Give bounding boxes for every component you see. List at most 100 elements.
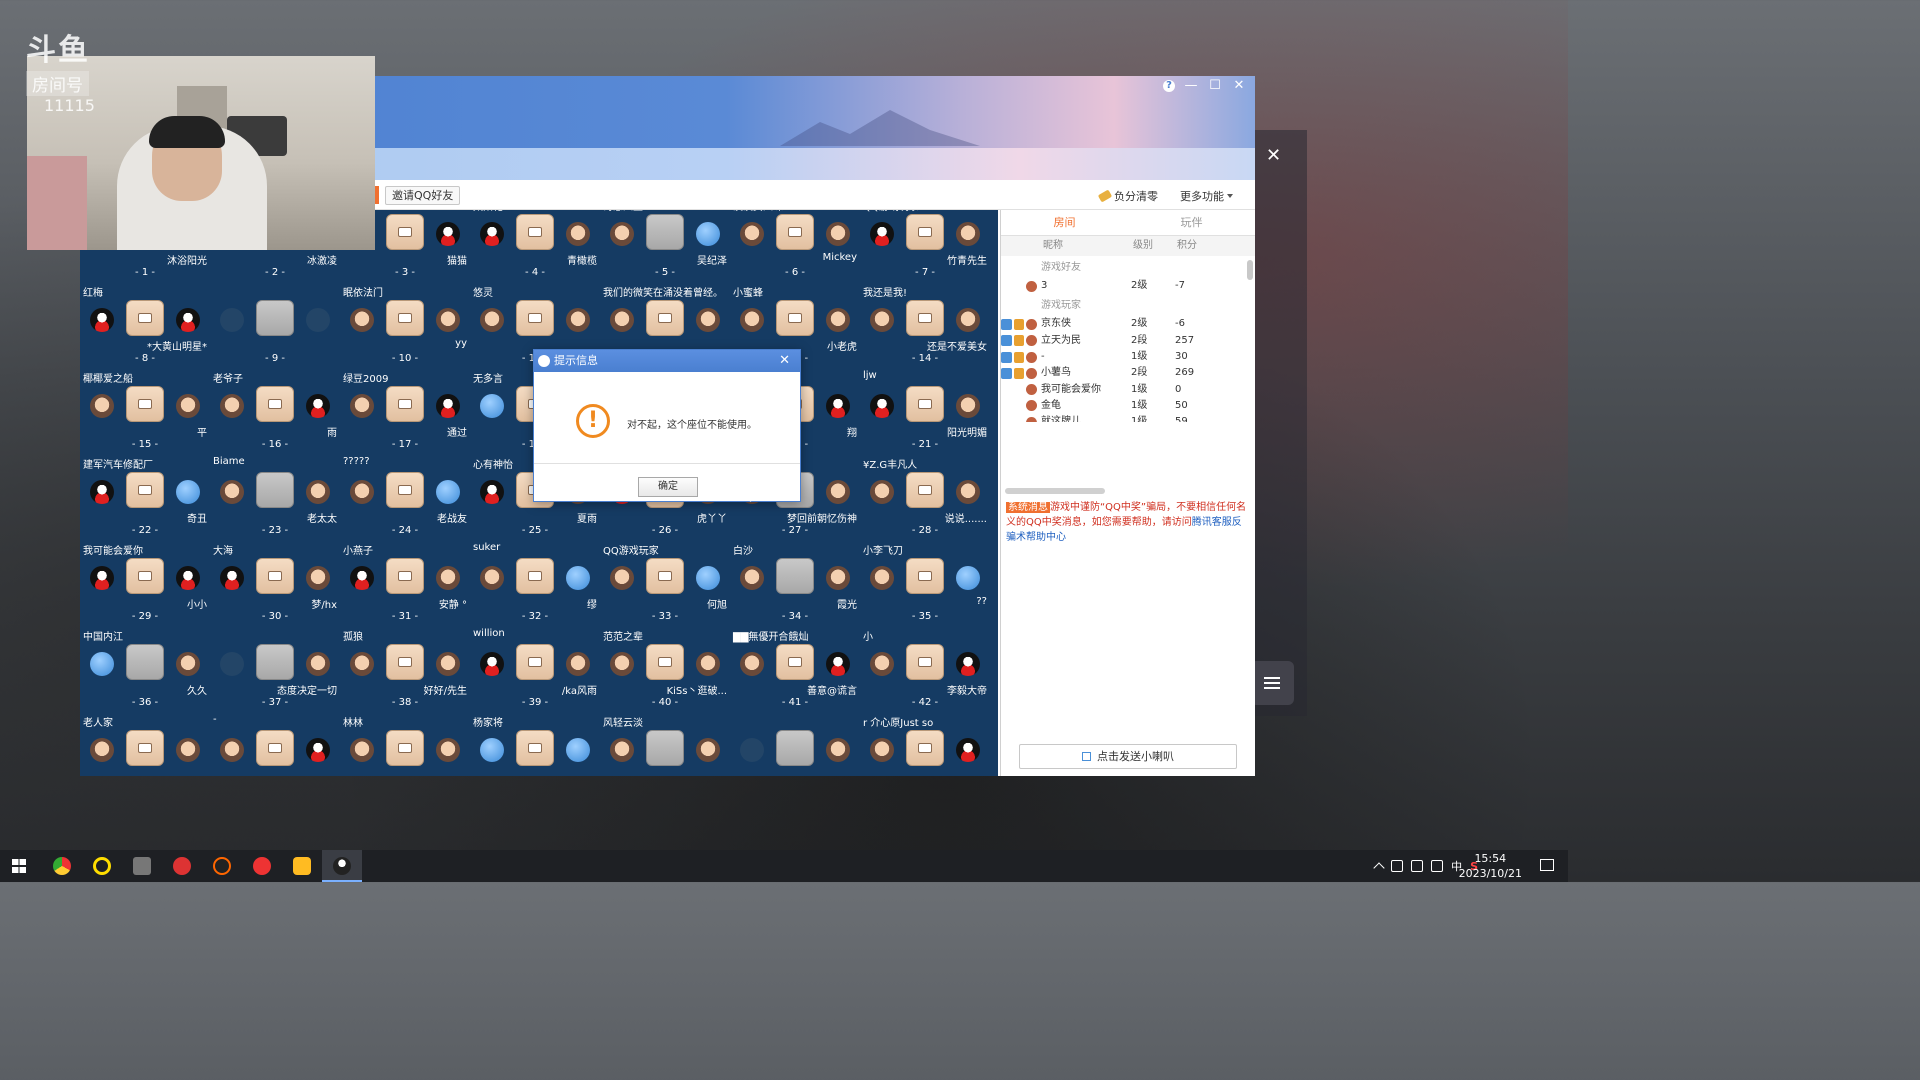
help-icon[interactable]: ? [1163, 80, 1175, 92]
col-name[interactable]: 昵称 [1043, 236, 1133, 256]
table-surface[interactable] [776, 300, 814, 336]
group-players[interactable]: 游戏玩家 [1001, 294, 1255, 316]
player-list-scrollbar[interactable] [1247, 260, 1253, 280]
penguin-avatar-icon[interactable] [436, 222, 460, 246]
game-table[interactable]: 杨家将 [470, 712, 600, 776]
ball-avatar-icon[interactable] [566, 738, 590, 762]
player-avatar-icon[interactable] [220, 394, 244, 418]
player-avatar-icon[interactable] [826, 308, 850, 332]
table-surface[interactable] [126, 644, 164, 680]
game-table[interactable]: 小李飞刀?? - 35 - [860, 540, 990, 626]
player-avatar-icon[interactable] [436, 652, 460, 676]
player-avatar-icon[interactable] [220, 480, 244, 504]
player-avatar-icon[interactable] [740, 308, 764, 332]
ball-avatar-icon[interactable] [566, 566, 590, 590]
taskbar-app-music[interactable] [242, 850, 282, 882]
player-avatar-icon[interactable] [436, 566, 460, 590]
player-avatar-icon[interactable] [90, 394, 114, 418]
game-table[interactable]: 风轻云淡 [600, 712, 730, 776]
taskbar-clock[interactable]: 15:54 2023/10/21 [1459, 851, 1522, 881]
table-surface[interactable] [906, 386, 944, 422]
player-avatar-icon[interactable] [870, 652, 894, 676]
player-avatar-icon[interactable] [306, 652, 330, 676]
table-surface[interactable] [256, 730, 294, 766]
player-avatar-icon[interactable] [220, 738, 244, 762]
player-row[interactable]: 立天为民 2段 257 [1001, 333, 1255, 349]
penguin-avatar-icon[interactable] [480, 480, 504, 504]
game-table[interactable]: 中国内江 久久 - 36 - [80, 626, 210, 712]
table-surface[interactable] [386, 300, 424, 336]
penguin-avatar-icon[interactable] [176, 566, 200, 590]
table-surface[interactable] [256, 644, 294, 680]
player-avatar-icon[interactable] [176, 394, 200, 418]
player-avatar-icon[interactable] [870, 738, 894, 762]
send-speaker-button[interactable]: 点击发送小喇叭 [1019, 744, 1237, 769]
tray-expand-icon[interactable] [1373, 862, 1385, 874]
side-close-button[interactable]: ✕ [1266, 145, 1281, 166]
taskbar-app-ring[interactable] [82, 850, 122, 882]
penguin-avatar-icon[interactable] [350, 566, 374, 590]
tab-playmates[interactable]: 玩伴 [1128, 210, 1255, 235]
player-avatar-icon[interactable] [610, 652, 634, 676]
table-surface[interactable] [906, 214, 944, 250]
table-surface[interactable] [906, 472, 944, 508]
side-menu-button[interactable] [1250, 661, 1294, 705]
player-avatar-icon[interactable] [610, 738, 634, 762]
game-table[interactable]: 我还是我! 还是不爱美女 - 14 - [860, 282, 990, 368]
window-close-button[interactable]: ✕ [1231, 78, 1247, 94]
player-avatar-icon[interactable] [350, 308, 374, 332]
game-table[interactable]: 老人家 [80, 712, 210, 776]
game-table[interactable]: 诗意人生吴纪泽 - 5 - [600, 210, 730, 282]
table-surface[interactable] [256, 386, 294, 422]
ball-avatar-icon[interactable] [956, 566, 980, 590]
empty-seat-icon[interactable] [740, 738, 764, 762]
penguin-avatar-icon[interactable] [480, 652, 504, 676]
game-table[interactable]: 大海 梦/hx - 30 - [210, 540, 340, 626]
game-table[interactable]: 绿豆2009 通过 - 17 - [340, 368, 470, 454]
player-row[interactable]: 我可能会爱你 1级 0 [1001, 381, 1255, 397]
penguin-avatar-icon[interactable] [436, 394, 460, 418]
more-functions-button[interactable]: 更多功能 [1180, 188, 1233, 204]
ball-avatar-icon[interactable] [436, 480, 460, 504]
player-avatar-icon[interactable] [870, 566, 894, 590]
player-avatar-icon[interactable] [436, 738, 460, 762]
player-avatar-icon[interactable] [696, 652, 720, 676]
clear-negative-button[interactable]: 负分清零 [1097, 188, 1158, 204]
game-table[interactable]: 范范之辈 KiSs丶逛破... - 40 - [600, 626, 730, 712]
player-avatar-icon[interactable] [826, 480, 850, 504]
game-table[interactable]: 建军汽车修配厂 奇丑 - 22 - [80, 454, 210, 540]
table-surface[interactable] [906, 300, 944, 336]
penguin-avatar-icon[interactable] [90, 308, 114, 332]
player-list-hscrollbar[interactable] [1005, 488, 1105, 494]
dialog-close-button[interactable]: ✕ [779, 350, 790, 372]
table-surface[interactable] [906, 644, 944, 680]
penguin-avatar-icon[interactable] [826, 652, 850, 676]
game-table[interactable]: 太阳花青橄榄 - 4 - [470, 210, 600, 282]
player-avatar-icon[interactable] [956, 308, 980, 332]
taskbar-app-red[interactable] [162, 850, 202, 882]
tab-room[interactable]: 房间 [1001, 210, 1128, 235]
player-row[interactable]: 就这牌儿 1级 59 [1001, 414, 1255, 422]
table-surface[interactable] [906, 730, 944, 766]
windows-start-icon[interactable] [12, 859, 26, 873]
microphone-icon[interactable] [1391, 860, 1404, 872]
ball-avatar-icon[interactable] [480, 738, 504, 762]
table-surface[interactable] [386, 730, 424, 766]
table-surface[interactable] [516, 558, 554, 594]
notification-icon[interactable] [1540, 859, 1554, 871]
player-avatar-icon[interactable] [566, 222, 590, 246]
dialog-ok-button[interactable]: 确定 [638, 477, 698, 497]
table-surface[interactable] [516, 644, 554, 680]
table-surface[interactable] [646, 644, 684, 680]
player-avatar-icon[interactable] [740, 222, 764, 246]
penguin-avatar-icon[interactable] [176, 308, 200, 332]
game-table[interactable]: 白沙 霞光 - 34 - [730, 540, 860, 626]
player-avatar-icon[interactable] [870, 480, 894, 504]
game-table[interactable]: ljw 阳光明媚 - 21 - [860, 368, 990, 454]
empty-seat-icon[interactable] [220, 652, 244, 676]
empty-seat-icon[interactable] [306, 308, 330, 332]
ball-avatar-icon[interactable] [696, 222, 720, 246]
invite-qq-friend-button[interactable]: 邀请QQ好友 [385, 186, 461, 205]
taskbar-app-qq-game[interactable] [322, 850, 362, 882]
table-surface[interactable] [126, 386, 164, 422]
